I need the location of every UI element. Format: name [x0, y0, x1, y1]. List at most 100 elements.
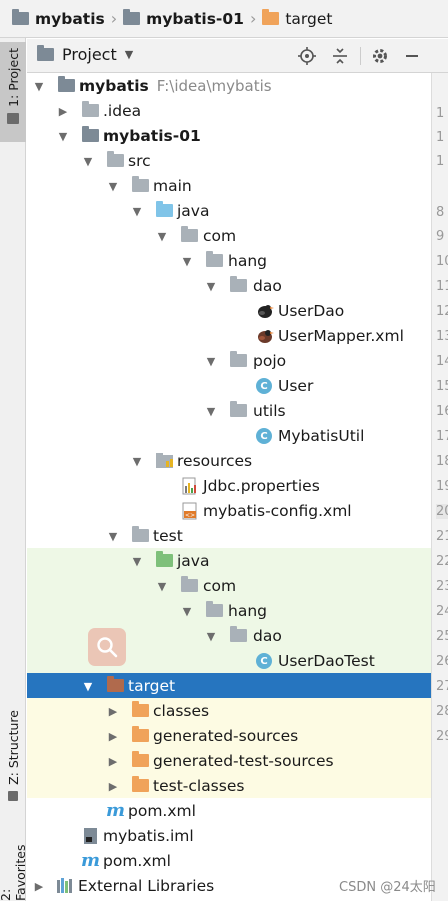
resources-folder-icon — [156, 452, 174, 468]
chevron-down-icon[interactable]: ▼ — [33, 80, 45, 93]
tree-row-generated-test-sources[interactable]: ▶ generated-test-sources — [27, 748, 431, 773]
locate-icon[interactable] — [297, 46, 317, 66]
maven-icon: m — [106, 800, 126, 821]
breadcrumb-separator: › — [249, 9, 257, 28]
chevron-down-icon[interactable]: ▼ — [205, 405, 217, 418]
chevron-down-icon[interactable]: ▼ — [156, 230, 168, 243]
tree-row-mybatis-iml[interactable]: mybatis.iml — [27, 823, 431, 848]
floating-search-button[interactable] — [88, 628, 126, 666]
package-icon — [181, 226, 198, 242]
class-icon: C — [256, 428, 272, 444]
chevron-right-icon[interactable]: ▶ — [107, 705, 119, 718]
tree-row-pom-xml-root[interactable]: m pom.xml — [27, 848, 431, 873]
chevron-down-icon[interactable]: ▼ — [205, 630, 217, 643]
iml-file-icon — [82, 827, 100, 844]
tree-row-user[interactable]: C User — [27, 373, 431, 398]
tree-row-java-main[interactable]: ▼ java — [27, 198, 431, 223]
tree-row-pojo[interactable]: ▼ pojo — [27, 348, 431, 373]
chevron-down-icon[interactable]: ▼ — [205, 280, 217, 293]
chevron-right-icon[interactable]: ▶ — [107, 730, 119, 743]
tree-row-test-classes[interactable]: ▶ test-classes — [27, 773, 431, 798]
tree-row-jdbc-properties[interactable]: Jdbc.properties — [27, 473, 431, 498]
tool-tab-structure[interactable]: Z: Structure — [0, 710, 26, 820]
project-view-selector[interactable]: Project ▼ — [37, 45, 133, 64]
chevron-down-icon[interactable]: ▼ — [82, 155, 94, 168]
chevron-down-icon[interactable]: ▼ — [205, 355, 217, 368]
project-icon — [37, 45, 54, 61]
gear-icon[interactable] — [370, 46, 390, 66]
tree-row-classes[interactable]: ▶ classes — [27, 698, 431, 723]
project-path: F:\idea\mybatis — [156, 76, 272, 95]
package-icon — [230, 626, 247, 642]
tree-row-target[interactable]: ▼ target — [27, 673, 431, 698]
tree-row-dao[interactable]: ▼ dao — [27, 273, 431, 298]
editor-gutter: 1 1 1 6 7 8 9 10 11 12 13 14 15 16 17 18… — [431, 73, 448, 901]
chevron-down-icon[interactable]: ▼ — [131, 455, 143, 468]
module-folder-icon — [12, 9, 29, 25]
tree-row-hang-test[interactable]: ▼ hang — [27, 598, 431, 623]
watermark: CSDN @24太阳 — [339, 880, 436, 895]
tree-row-test[interactable]: ▼ test — [27, 523, 431, 548]
tool-tab-project[interactable]: 1: Project — [0, 42, 26, 142]
breadcrumb-separator: › — [110, 9, 118, 28]
svg-text:<>: <> — [185, 512, 195, 519]
maven-icon: m — [81, 850, 101, 871]
chevron-down-icon[interactable]: ▼ — [107, 180, 119, 193]
chevron-down-icon[interactable]: ▼ — [107, 530, 119, 543]
package-icon — [230, 276, 247, 292]
package-icon — [181, 576, 198, 592]
tree-row-mybatisutil[interactable]: C MybatisUtil — [27, 423, 431, 448]
tree-row-src[interactable]: ▼ src — [27, 148, 431, 173]
search-icon — [97, 637, 118, 658]
chevron-right-icon[interactable]: ▶ — [107, 755, 119, 768]
chevron-right-icon[interactable]: ▶ — [107, 780, 119, 793]
module-folder-icon — [58, 76, 75, 92]
minimize-icon[interactable] — [402, 46, 422, 66]
tree-row-com[interactable]: ▼ com — [27, 223, 431, 248]
chevron-right-icon[interactable]: ▶ — [57, 105, 69, 118]
tree-row-usermapper-xml[interactable]: UserMapper.xml — [27, 323, 431, 348]
tree-row-generated-sources[interactable]: ▶ generated-sources — [27, 723, 431, 748]
library-icon — [56, 877, 74, 893]
excluded-folder-icon — [132, 776, 149, 792]
left-tool-strip: 1: Project Z: Structure 2: Favorites — [0, 38, 26, 901]
tree-row-mybatis-config-xml[interactable]: <> mybatis-config.xml — [27, 498, 431, 523]
excluded-folder-icon — [107, 676, 124, 692]
package-icon — [230, 351, 247, 367]
breadcrumb: mybatis › mybatis-01 › target — [0, 0, 448, 38]
tool-tab-favorites[interactable]: 2: Favorites — [0, 834, 26, 901]
chevron-down-icon[interactable]: ▼ — [82, 680, 94, 693]
chevron-down-icon[interactable]: ▼ — [131, 555, 143, 568]
tree-row-resources[interactable]: ▼ resources — [27, 448, 431, 473]
breadcrumb-item-mybatis-01[interactable]: mybatis-01 — [123, 9, 244, 28]
tree-row-userdao[interactable]: UserDao — [27, 298, 431, 323]
tree-row-java-test[interactable]: ▼ java — [27, 548, 431, 573]
chevron-down-icon[interactable]: ▼ — [131, 205, 143, 218]
tree-row-utils[interactable]: ▼ utils — [27, 398, 431, 423]
properties-file-icon — [181, 477, 199, 495]
excluded-folder-icon — [132, 751, 149, 767]
mybatis-bird-icon — [256, 327, 274, 343]
chevron-down-icon[interactable]: ▼ — [57, 130, 69, 143]
tree-row-hang[interactable]: ▼ hang — [27, 248, 431, 273]
chevron-down-icon: ▼ — [124, 48, 134, 61]
tree-row-mybatis-01[interactable]: ▼ mybatis-01 — [27, 123, 431, 148]
source-folder-icon — [156, 201, 173, 217]
folder-icon — [132, 526, 149, 542]
chevron-down-icon[interactable]: ▼ — [181, 255, 193, 268]
package-icon — [206, 601, 223, 617]
tree-row-main[interactable]: ▼ main — [27, 173, 431, 198]
tree-row-mybatis[interactable]: ▼ mybatis F:\idea\mybatis — [27, 73, 431, 98]
tree-row-idea[interactable]: ▶ .idea — [27, 98, 431, 123]
breadcrumb-item-mybatis[interactable]: mybatis — [12, 9, 105, 28]
chevron-down-icon[interactable]: ▼ — [156, 580, 168, 593]
chevron-down-icon[interactable]: ▼ — [181, 605, 193, 618]
tree-row-com-test[interactable]: ▼ com — [27, 573, 431, 598]
collapse-all-icon[interactable] — [330, 46, 350, 66]
folder-icon — [132, 176, 149, 192]
chevron-right-icon[interactable]: ▶ — [33, 880, 45, 893]
breadcrumb-item-target[interactable]: target — [262, 9, 332, 28]
tree-row-pom-xml-module[interactable]: m pom.xml — [27, 798, 431, 823]
tree-label: mybatis — [79, 76, 149, 95]
mybatis-bird-icon — [256, 302, 274, 318]
